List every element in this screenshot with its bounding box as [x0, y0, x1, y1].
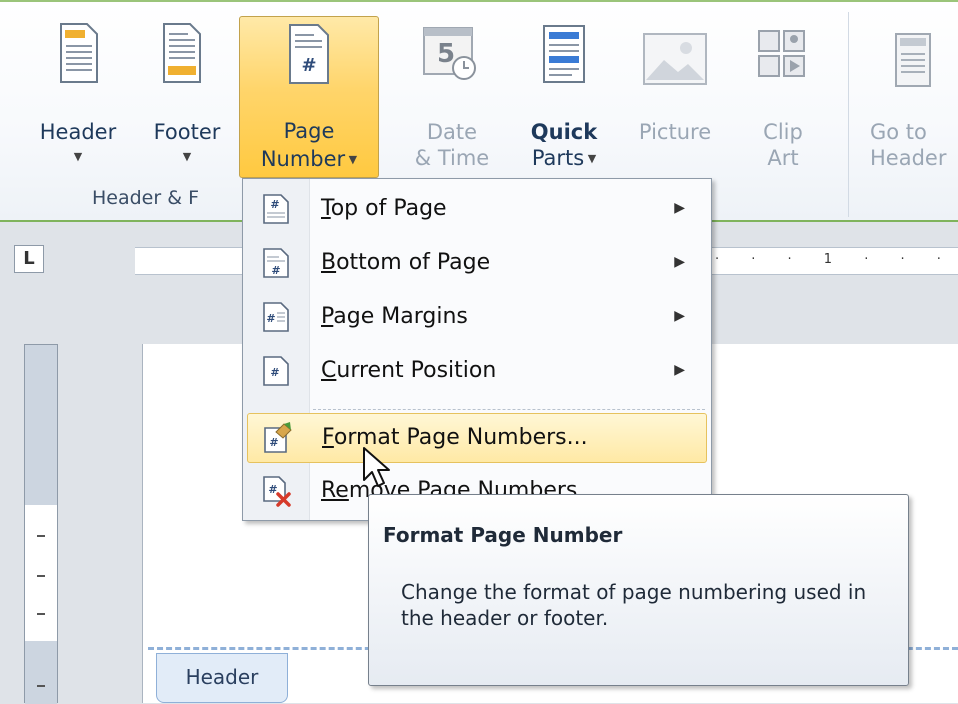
- mnemonic: P: [321, 304, 334, 329]
- menu-item-label: Bottom of Page: [321, 250, 490, 275]
- submenu-arrow-icon: ▶: [674, 308, 685, 324]
- menu-item-label: Top of Page: [321, 196, 447, 221]
- label-rest: ottom of Page: [336, 250, 491, 275]
- date-time-button[interactable]: 5 Date & Time: [402, 16, 502, 176]
- mnemonic: C: [321, 358, 337, 383]
- clip-art-label-line2: Art: [767, 146, 799, 170]
- ruler-tick: [37, 613, 45, 615]
- dropdown-arrow-icon: ▼: [73, 150, 83, 163]
- tooltip: Format Page Number Change the format of …: [368, 494, 909, 686]
- page-number-icon: #: [289, 24, 329, 84]
- quick-parts-label-line1: Quick: [530, 120, 598, 144]
- menu-separator: [313, 409, 705, 410]
- footer-icon: [163, 23, 201, 83]
- header-icon: [60, 23, 98, 83]
- ruler-tick: [37, 685, 45, 687]
- go-to-header-label-line2: Header: [870, 146, 947, 170]
- page-margins-icon: #: [263, 302, 289, 332]
- tooltip-title: Format Page Number: [383, 523, 623, 547]
- dropdown-arrow-icon: ▼: [182, 150, 192, 163]
- submenu-arrow-icon: ▶: [674, 254, 685, 270]
- page-number-button[interactable]: # Page Number ▼: [239, 16, 379, 178]
- page-number-menu: # Top of Page ▶ # Bottom of Page ▶ # Pag…: [242, 178, 712, 521]
- menu-item-label: Current Position: [321, 358, 496, 383]
- vertical-ruler-margin: [25, 641, 57, 704]
- header-button-label: Header: [39, 120, 117, 144]
- format-page-numbers-icon: #: [264, 422, 292, 453]
- svg-text:#: #: [301, 55, 316, 76]
- mnemonic: B: [321, 250, 337, 275]
- ribbon-group-separator: [848, 12, 849, 217]
- ruler-tick: [37, 535, 45, 537]
- dropdown-arrow-icon: ▼: [584, 152, 597, 165]
- date-time-label-line1: Date: [426, 120, 478, 144]
- clip-art-icon: [758, 30, 805, 77]
- tooltip-description: Change the format of page numbering used…: [401, 580, 867, 630]
- header-button[interactable]: Header ▼: [22, 16, 134, 176]
- clip-art-label-line1: Clip: [763, 120, 803, 144]
- quick-parts-icon: [543, 25, 585, 83]
- dropdown-arrow-icon: ▼: [345, 153, 358, 166]
- go-to-header-button[interactable]: Go to Header: [858, 16, 958, 176]
- svg-text:5: 5: [437, 39, 455, 69]
- current-position-icon: #: [263, 356, 289, 386]
- top-of-page-icon: #: [263, 194, 289, 224]
- footer-button-label: Footer: [153, 120, 221, 144]
- vertical-ruler[interactable]: [24, 344, 58, 704]
- page-number-label-line2: Number ▼: [240, 147, 378, 171]
- remove-page-numbers-icon: #: [263, 476, 291, 507]
- submenu-arrow-icon: ▶: [674, 362, 685, 378]
- menu-item-current-position[interactable]: # Current Position ▶: [247, 347, 707, 397]
- mouse-cursor-icon: [363, 447, 390, 487]
- mnemonic: Re: [321, 478, 349, 503]
- mnemonic: F: [322, 425, 334, 450]
- picture-label: Picture: [638, 120, 712, 144]
- quick-parts-label-text: Parts: [531, 146, 585, 170]
- bottom-of-page-icon: #: [263, 248, 289, 278]
- svg-text:#: #: [271, 264, 280, 277]
- label-rest: urrent Position: [336, 358, 497, 383]
- page-number-label-line1: Page: [283, 119, 335, 143]
- tab-selector[interactable]: L: [14, 245, 44, 273]
- svg-text:#: #: [269, 436, 278, 449]
- svg-text:#: #: [268, 483, 277, 496]
- svg-text:#: #: [266, 312, 275, 325]
- calendar-clock-icon: 5: [423, 27, 476, 80]
- svg-text:#: #: [270, 198, 279, 211]
- clip-art-button[interactable]: Clip Art: [738, 16, 828, 176]
- menu-item-format-page-numbers[interactable]: # Format Page Numbers...: [247, 413, 707, 463]
- picture-icon: [643, 33, 707, 85]
- date-time-label-line2: & Time: [414, 146, 490, 170]
- label-rest: op of Page: [330, 196, 447, 221]
- menu-item-page-margins[interactable]: # Page Margins ▶: [247, 293, 707, 343]
- go-to-header-label-line1: Go to: [870, 120, 927, 144]
- quick-parts-label-line2: Parts ▼: [514, 146, 614, 171]
- ribbon-group-label: Header & F: [92, 187, 200, 209]
- svg-text:#: #: [270, 366, 279, 379]
- menu-item-bottom-of-page[interactable]: # Bottom of Page ▶: [247, 239, 707, 289]
- ruler-tick: [37, 575, 45, 577]
- vertical-ruler-margin: [25, 345, 57, 505]
- picture-button[interactable]: Picture: [622, 16, 728, 176]
- label-rest: age Margins: [333, 304, 468, 329]
- menu-item-label: Page Margins: [321, 304, 468, 329]
- header-tag: Header: [156, 653, 288, 703]
- footer-button[interactable]: Footer ▼: [138, 16, 236, 176]
- go-to-header-icon: [895, 33, 931, 87]
- mnemonic: T: [321, 196, 331, 221]
- quick-parts-button[interactable]: Quick Parts ▼: [514, 16, 614, 176]
- submenu-arrow-icon: ▶: [674, 200, 685, 216]
- menu-item-top-of-page[interactable]: # Top of Page ▶: [247, 185, 707, 235]
- page-number-label-text: Number: [260, 147, 346, 171]
